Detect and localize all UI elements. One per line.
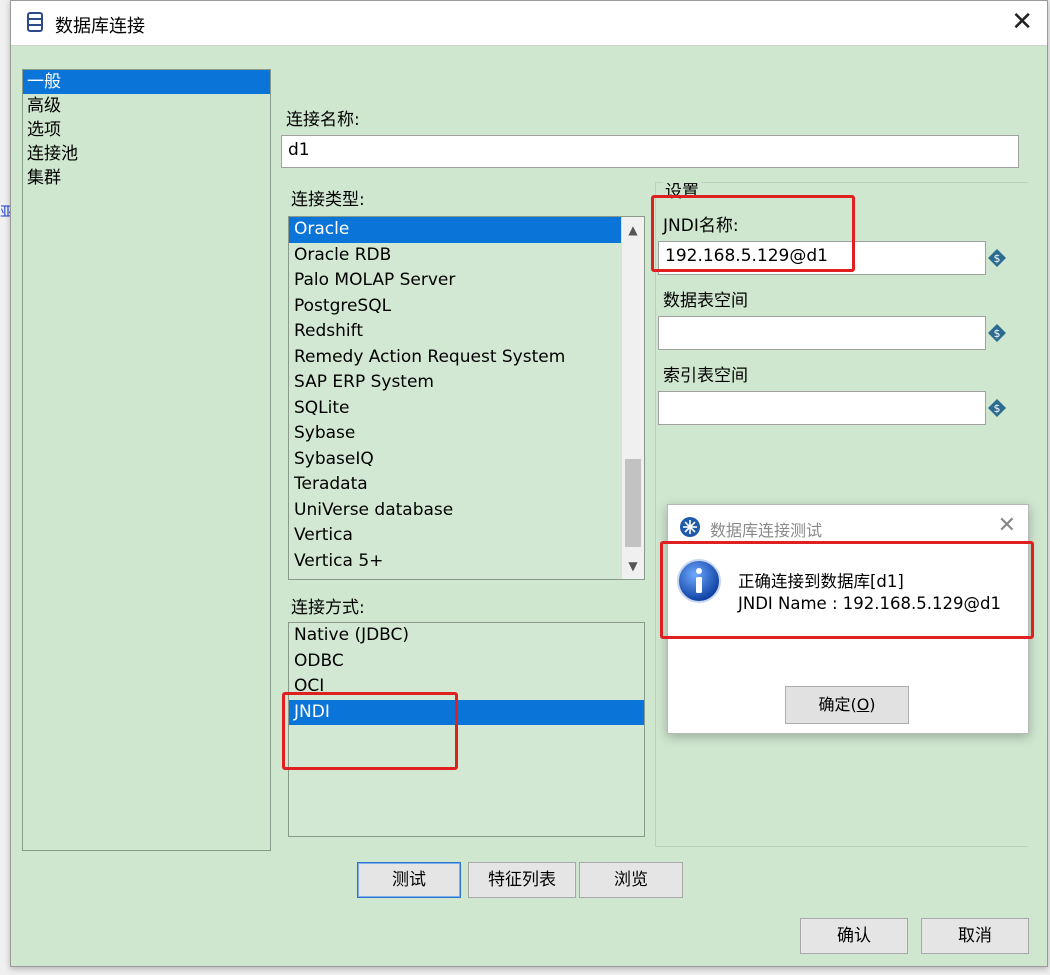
close-icon[interactable]: ✕: [1011, 7, 1033, 37]
list-item[interactable]: Oracle RDB: [289, 243, 644, 269]
list-item[interactable]: Native (JDBC): [289, 623, 644, 649]
nav-item-general[interactable]: 一般: [23, 70, 270, 94]
confirm-button-label: 确定(: [818, 695, 857, 714]
data-tablespace-input[interactable]: [658, 316, 986, 350]
feature-list-button[interactable]: 特征列表: [468, 862, 576, 898]
jndi-name-label: JNDI名称:: [663, 216, 739, 236]
test-message-line2: JNDI Name : 192.168.5.129@d1: [738, 594, 1001, 613]
list-item[interactable]: UniVerse database: [289, 498, 644, 524]
connection-name-input[interactable]: d1: [281, 135, 1019, 168]
list-item[interactable]: Sybase: [289, 421, 644, 447]
list-item[interactable]: Vertica: [289, 523, 644, 549]
list-item[interactable]: ODBC: [289, 649, 644, 675]
list-item[interactable]: Remedy Action Request System: [289, 345, 644, 371]
list-item[interactable]: OCI: [289, 674, 644, 700]
list-item[interactable]: Redshift: [289, 319, 644, 345]
browse-button[interactable]: 浏览: [579, 862, 683, 898]
list-item-jndi[interactable]: JNDI: [289, 699, 644, 725]
variable-picker-icon[interactable]: $: [987, 398, 1007, 418]
confirm-button[interactable]: 确定(O): [785, 686, 909, 724]
ok-button[interactable]: 确认: [800, 918, 908, 954]
test-button[interactable]: 测试: [357, 862, 461, 898]
access-method-label: 连接方式:: [291, 598, 365, 618]
connection-test-dialog: 数据库连接测试 ✕ 正确连接到数据库[d1] JNDI Name : 192.1…: [667, 504, 1029, 734]
info-icon: [676, 558, 722, 609]
access-method-list[interactable]: Native (JDBC) ODBC OCI JNDI: [288, 622, 645, 837]
list-item[interactable]: SybaseIQ: [289, 447, 644, 473]
settings-group-label: 设置: [663, 177, 701, 202]
confirm-button-mnemonic: O: [856, 695, 870, 714]
connection-type-list[interactable]: Oracle Oracle RDB Palo MOLAP Server Post…: [288, 216, 645, 580]
background-edge-text: 亚: [0, 205, 10, 220]
index-tablespace-label: 索引表空间: [663, 366, 748, 386]
close-icon[interactable]: ✕: [998, 513, 1016, 538]
title-bar: 数据库连接 ✕: [11, 1, 1047, 46]
list-item-oracle[interactable]: Oracle: [289, 217, 644, 243]
nav-item-advanced[interactable]: 高级: [23, 94, 270, 118]
test-dialog-title: 数据库连接测试: [710, 521, 823, 540]
connection-type-label: 连接类型:: [291, 190, 365, 210]
scroll-thumb[interactable]: [625, 459, 641, 547]
variable-picker-icon[interactable]: $: [987, 323, 1007, 343]
list-item[interactable]: SAP ERP System: [289, 370, 644, 396]
list-item[interactable]: SQLite: [289, 396, 644, 422]
list-item[interactable]: Palo MOLAP Server: [289, 268, 644, 294]
app-logo-icon: [679, 516, 701, 543]
index-tablespace-input[interactable]: [658, 391, 986, 425]
test-message-line1: 正确连接到数据库[d1]: [738, 572, 904, 591]
scroll-up-icon[interactable]: ▲: [622, 219, 644, 241]
svg-text:$: $: [994, 402, 1001, 415]
connection-type-scrollbar[interactable]: ▲ ▼: [621, 217, 644, 579]
variable-picker-icon[interactable]: $: [987, 248, 1007, 268]
confirm-button-suffix: ): [869, 695, 876, 714]
list-item[interactable]: Vertica 5+: [289, 549, 644, 575]
nav-item-cluster[interactable]: 集群: [23, 166, 270, 190]
database-connection-dialog: 数据库连接 ✕ 一般 高级 选项 连接池 集群 连接名称: d1 连接类型: O…: [10, 0, 1048, 967]
scroll-down-icon[interactable]: ▼: [622, 555, 644, 577]
jndi-name-input[interactable]: 192.168.5.129@d1: [658, 241, 986, 275]
data-tablespace-label: 数据表空间: [663, 291, 748, 311]
category-nav: 一般 高级 选项 连接池 集群: [22, 69, 271, 851]
connection-name-label: 连接名称:: [286, 110, 360, 130]
svg-text:$: $: [994, 327, 1001, 340]
list-item[interactable]: PostgreSQL: [289, 294, 644, 320]
cancel-button[interactable]: 取消: [921, 918, 1029, 954]
nav-item-options[interactable]: 选项: [23, 118, 270, 142]
window-title: 数据库连接: [55, 16, 145, 37]
list-item[interactable]: Teradata: [289, 472, 644, 498]
nav-item-pooling[interactable]: 连接池: [23, 142, 270, 166]
database-icon: [27, 12, 43, 37]
svg-text:$: $: [994, 252, 1001, 265]
